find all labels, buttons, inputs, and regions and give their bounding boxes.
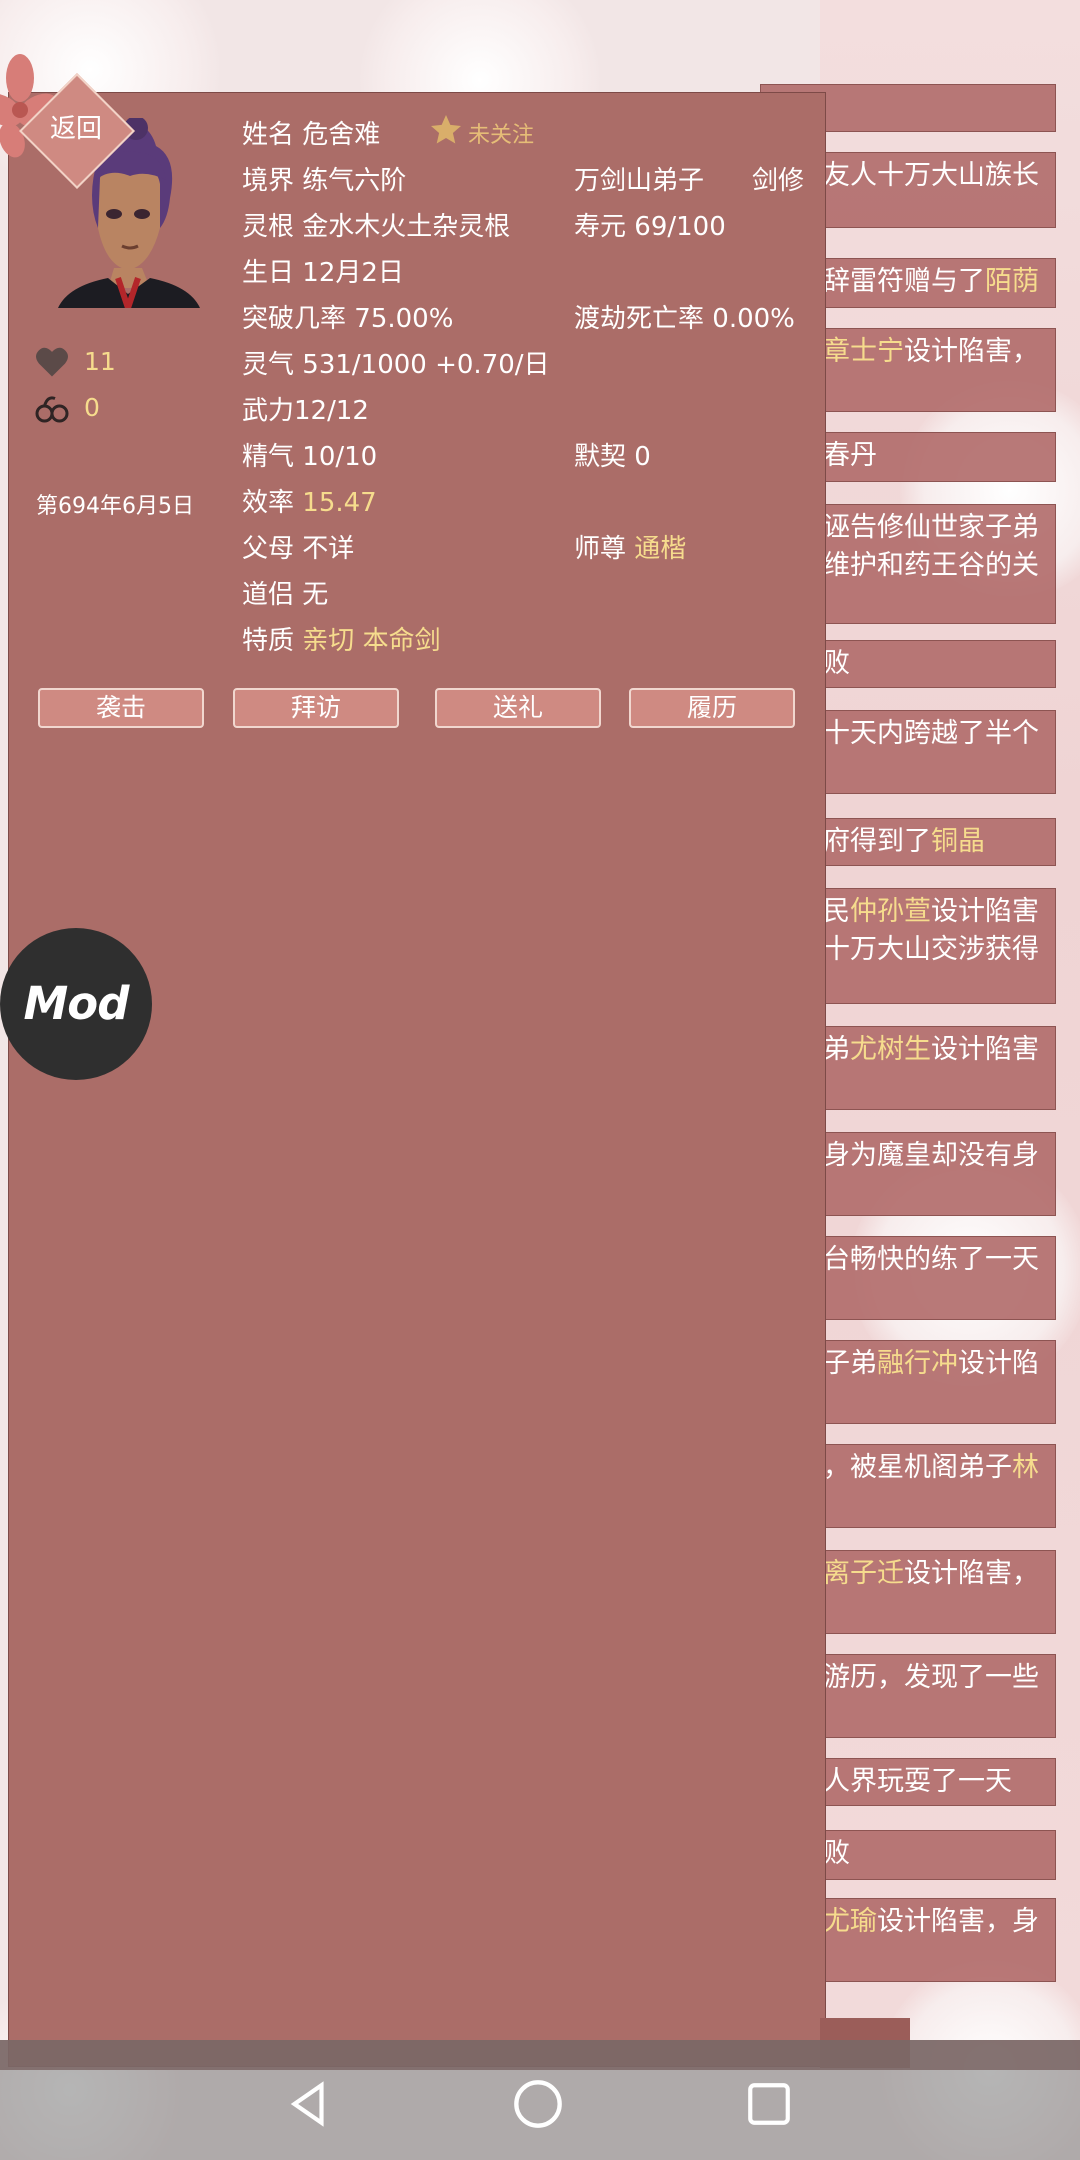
log-text: ，被星机阁弟子 — [823, 1452, 1012, 1483]
mod-button[interactable]: Mod — [0, 928, 152, 1080]
birthday-label: 生日 — [242, 258, 295, 288]
sect-value: 万剑山弟子 — [574, 166, 705, 196]
log-text: 春丹 — [823, 440, 877, 471]
game-date: 第694年6月5日 — [36, 494, 194, 519]
log-text: 游历，发现了一些 — [823, 1662, 1039, 1693]
log-text: 子弟 — [823, 1348, 877, 1379]
character-name: 危舍难 — [302, 120, 381, 150]
realm-value: 练气六阶 — [302, 166, 407, 196]
lifespan-row: 寿元 69/100 — [574, 206, 726, 243]
trait-2[interactable]: 本命剑 — [363, 626, 441, 656]
parents-value: 不详 — [302, 534, 355, 564]
breakthrough-label: 突破几率 — [242, 304, 347, 334]
lifespan-label: 寿元 — [574, 212, 627, 242]
log-text: 台畅快的练了一天 — [823, 1244, 1039, 1275]
log-highlight: 尤树生 — [850, 1034, 931, 1065]
qi-value: 531/1000 +0.70/日 — [302, 350, 550, 380]
lifespan-value: 69/100 — [634, 212, 726, 242]
root-row: 灵根 金水木火土杂灵根 — [242, 206, 510, 243]
birthday-value: 12月2日 — [302, 258, 404, 288]
tribulation-label: 渡劫死亡率 — [574, 304, 705, 334]
name-row: 姓名 危舍难 — [242, 114, 380, 151]
realm-row: 境界 练气六阶 — [242, 160, 406, 197]
root-value: 金水木火土杂灵根 — [302, 212, 511, 242]
breakthrough-value: 75.00% — [354, 304, 454, 334]
efficiency-row: 效率 15.47 — [242, 482, 377, 519]
log-text: 十天内跨越了半个 — [823, 718, 1039, 749]
heart-icon — [36, 347, 68, 377]
name-label: 姓名 — [242, 120, 295, 150]
essence-row: 精气 10/10 — [242, 436, 377, 473]
log-text: 人界玩耍了一天 — [823, 1766, 1012, 1797]
chains-count: 0 — [84, 393, 100, 422]
log-highlight: 陌荫 — [985, 266, 1039, 297]
recents-nav-icon[interactable] — [744, 2078, 794, 2130]
traits-row: 特质 亲切 本命剑 — [242, 620, 441, 657]
partner-value: 无 — [302, 580, 329, 610]
follow-status[interactable]: 未关注 — [468, 117, 534, 149]
qi-row: 灵气 531/1000 +0.70/日 — [242, 344, 550, 381]
traits-label: 特质 — [242, 626, 295, 656]
log-text: 败 — [823, 648, 850, 679]
back-nav-icon[interactable] — [284, 2078, 334, 2130]
breakthrough-row: 突破几率 75.00% — [242, 298, 453, 335]
home-nav-icon[interactable] — [512, 2078, 564, 2130]
visit-button[interactable]: 拜访 — [233, 688, 399, 728]
efficiency-label: 效率 — [242, 488, 295, 518]
qi-label: 灵气 — [242, 350, 295, 380]
log-text: 设计陷害， — [904, 1558, 1039, 1589]
partner-label: 道侣 — [242, 580, 295, 610]
log-text: 败 — [823, 1838, 850, 1869]
hearts-count: 11 — [84, 347, 116, 376]
trait-1[interactable]: 亲切 — [302, 626, 354, 656]
log-text: 设计陷 — [958, 1348, 1039, 1379]
tacit-row: 默契 0 — [574, 436, 651, 473]
gift-button[interactable]: 送礼 — [435, 688, 601, 728]
parents-label: 父母 — [242, 534, 295, 564]
log-highlight: 融行冲 — [877, 1348, 958, 1379]
attack-button[interactable]: 袭击 — [38, 688, 204, 728]
realm-label: 境界 — [242, 166, 295, 196]
tribulation-value: 0.00% — [712, 304, 795, 334]
tribulation-row: 渡劫死亡率 0.00% — [574, 298, 795, 335]
log-highlight: 章士宁 — [823, 336, 904, 367]
log-text: 设计陷害， — [904, 336, 1039, 367]
character-panel — [8, 92, 826, 2067]
root-label: 灵根 — [242, 212, 295, 242]
log-text: 府得到了 — [823, 826, 931, 857]
birthday-row: 生日 12月2日 — [242, 252, 404, 289]
chains-icon — [35, 396, 69, 423]
log-text: 友人十万大山族长 — [823, 160, 1039, 191]
tacit-label: 默契 — [574, 442, 627, 472]
log-highlight: 尤瑜 — [823, 1906, 877, 1937]
log-text: 辞雷符赠与了 — [823, 266, 985, 297]
master-label: 师尊 — [574, 534, 627, 564]
master-value[interactable]: 通楷 — [634, 534, 686, 564]
force-value: 武力12/12 — [242, 396, 369, 426]
log-text: 民 — [823, 896, 850, 927]
log-highlight: 铜晶 — [931, 826, 985, 857]
tacit-value: 0 — [634, 442, 651, 472]
star-icon[interactable] — [428, 112, 464, 148]
log-text: 身为魔皇却没有身 — [823, 1140, 1039, 1171]
log-text: 设计陷害 — [931, 1034, 1039, 1065]
log-highlight: 仲孙萱 — [850, 896, 931, 927]
essence-value: 10/10 — [302, 442, 378, 472]
log-text: 设计陷害，身 — [877, 1906, 1039, 1937]
essence-label: 精气 — [242, 442, 295, 472]
master-row: 师尊 通楷 — [574, 528, 686, 565]
parents-row: 父母 不详 — [242, 528, 354, 565]
log-highlight: 林 — [1012, 1452, 1039, 1483]
log-text: 弟 — [823, 1034, 850, 1065]
log-highlight: 离子迁 — [823, 1558, 904, 1589]
efficiency-value: 15.47 — [302, 488, 377, 518]
history-button[interactable]: 履历 — [629, 688, 795, 728]
log-text: 诬告修仙世家子弟 维护和药王谷的关 — [823, 512, 1039, 581]
back-button[interactable]: 返回 — [50, 108, 102, 145]
profession-value: 剑修 — [752, 166, 805, 196]
partner-row: 道侣 无 — [242, 574, 328, 611]
